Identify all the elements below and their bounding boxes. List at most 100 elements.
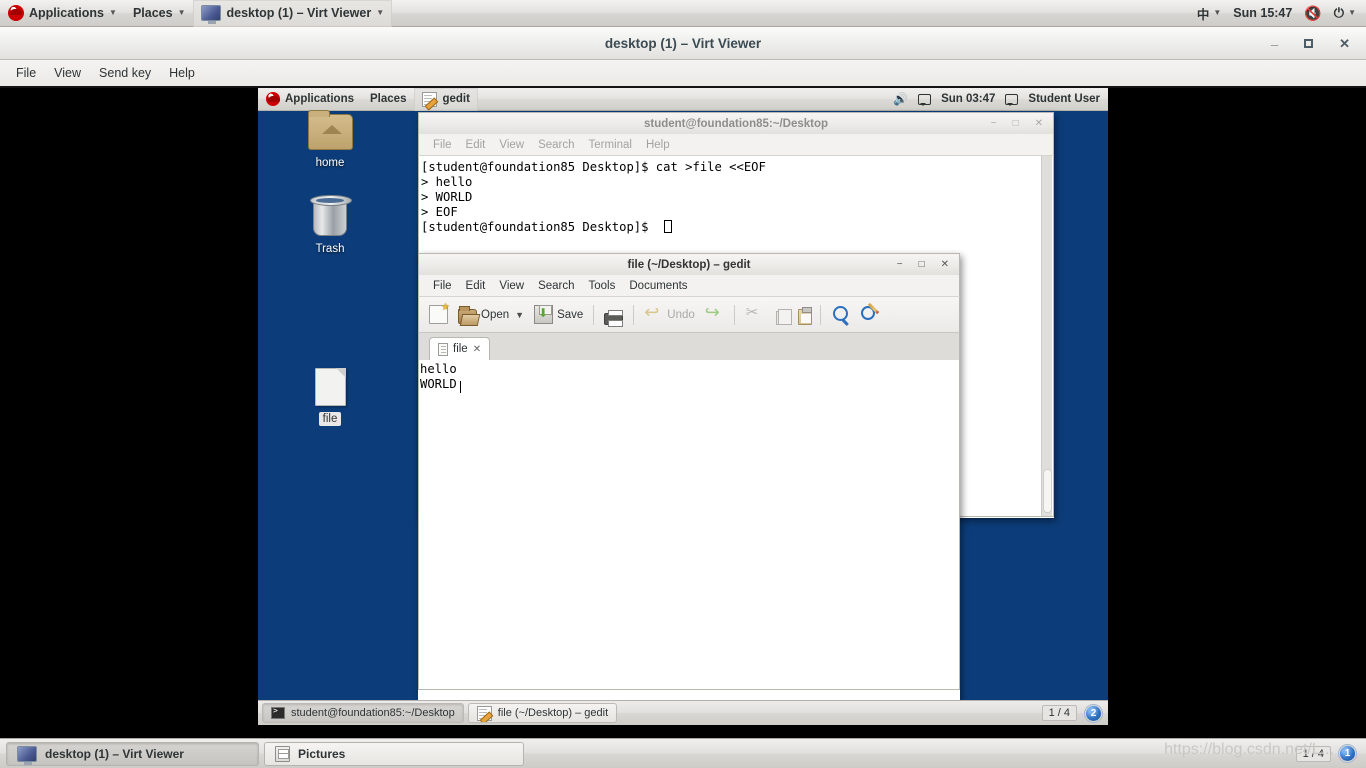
virt-viewer-titlebar[interactable]: desktop (1) – Virt Viewer _ ✕ (0, 27, 1366, 60)
workspace-count-label[interactable]: 1 / 4 (1041, 705, 1077, 721)
gedit-toolbar: Open ▼ Save (418, 297, 960, 333)
display-icon[interactable] (918, 93, 932, 106)
taskbar-item-gedit[interactable]: file (~/Desktop) – gedit (467, 703, 618, 723)
toolbar-separator (593, 304, 595, 325)
volume-icon[interactable]: 🔊 (893, 92, 908, 106)
desktop-icon-home-label: home (315, 157, 345, 169)
desktop-icon-trash[interactable]: Trash (292, 195, 368, 256)
input-method-label: 中 (1196, 7, 1210, 22)
chevron-down-icon[interactable]: ▼ (513, 310, 524, 320)
close-button[interactable]: ✕ (1339, 37, 1350, 50)
host-window-menu-button[interactable]: desktop (1) – Virt Viewer ▼ (193, 0, 393, 27)
host-applications-menu[interactable]: Applications ▼ (0, 0, 125, 27)
chevron-down-icon: ▼ (177, 8, 186, 17)
virt-viewer-canvas[interactable]: Applications Places gedit 🔊 Sun 03:47 St… (0, 88, 1366, 736)
host-applications-label: Applications (29, 6, 105, 20)
gedit-title: file (~/Desktop) – gedit (627, 258, 751, 271)
host-taskbar-item-virt-viewer[interactable]: desktop (1) – Virt Viewer (6, 741, 259, 766)
terminal-menu-view[interactable]: View (493, 137, 530, 153)
gedit-icon (422, 91, 438, 107)
notification-badge[interactable]: 2 (1085, 704, 1102, 722)
guest-applications-label: Applications (285, 93, 355, 105)
terminal-titlebar[interactable]: student@foundation85:~/Desktop − □ ✕ (418, 112, 1054, 134)
paste-button[interactable] (792, 304, 814, 326)
terminal-scrollbar[interactable] (1041, 156, 1052, 516)
taskbar-item-terminal-label: student@foundation85:~/Desktop (291, 707, 455, 719)
close-button[interactable]: ✕ (941, 259, 949, 270)
menu-file[interactable]: File (8, 63, 44, 83)
chevron-down-icon: ▼ (376, 8, 385, 17)
terminal-menu-search[interactable]: Search (532, 137, 580, 153)
maximize-button[interactable]: □ (1013, 118, 1019, 129)
gedit-menu-file[interactable]: File (427, 278, 458, 294)
terminal-cursor (664, 220, 672, 233)
user-icon (1005, 93, 1019, 106)
gedit-tab-file[interactable]: file ✕ (429, 337, 491, 360)
paste-icon (797, 306, 812, 325)
gedit-menu-search[interactable]: Search (532, 278, 580, 294)
menu-view[interactable]: View (46, 63, 89, 83)
open-button[interactable]: Open ▼ (454, 304, 528, 325)
host-taskbar-item-pictures[interactable]: Pictures (264, 741, 524, 766)
monitor-icon (17, 745, 37, 765)
save-button[interactable]: Save (530, 302, 587, 327)
gedit-tab-label: file (453, 343, 468, 355)
close-button[interactable]: ✕ (1035, 118, 1043, 129)
host-places-label: Places (132, 6, 173, 20)
guest-clock-label[interactable]: Sun 03:47 (941, 93, 995, 105)
gedit-window[interactable]: file (~/Desktop) – gedit − □ ✕ File Edit… (418, 253, 960, 701)
print-button[interactable] (600, 306, 627, 327)
undo-button[interactable]: Undo (640, 302, 699, 327)
open-button-label: Open (481, 308, 510, 321)
host-system-menu[interactable]: ⏻ ▼ (1334, 5, 1356, 21)
guest-places-menu[interactable]: Places (362, 88, 414, 111)
desktop-icon-file[interactable]: file (292, 368, 368, 426)
undo-icon (644, 303, 663, 324)
find-button[interactable] (827, 302, 854, 327)
gedit-menu-view[interactable]: View (493, 278, 530, 294)
gedit-menu-tools[interactable]: Tools (583, 278, 622, 294)
menu-send-key[interactable]: Send key (91, 63, 159, 83)
copy-button[interactable] (770, 305, 792, 325)
close-tab-icon[interactable]: ✕ (473, 344, 481, 355)
host-places-menu[interactable]: Places ▼ (125, 0, 194, 27)
terminal-menu-help[interactable]: Help (640, 137, 676, 153)
replace-button[interactable] (856, 302, 883, 327)
maximize-button[interactable]: □ (919, 259, 925, 270)
gedit-menu-documents[interactable]: Documents (623, 278, 693, 294)
gedit-editor-area[interactable]: hello WORLD (418, 360, 960, 690)
gedit-document-text: hello WORLD (420, 362, 457, 391)
host-notification-badge[interactable]: 1 (1339, 745, 1356, 762)
minimize-button[interactable]: _ (1271, 33, 1278, 46)
cut-button[interactable] (741, 302, 768, 327)
guest-top-panel: Applications Places gedit 🔊 Sun 03:47 St… (258, 88, 1108, 111)
host-taskbar: desktop (1) – Virt Viewer Pictures https… (0, 738, 1366, 768)
desktop-icon-home[interactable]: home (292, 110, 368, 170)
virt-viewer-title: desktop (1) – Virt Viewer (604, 35, 762, 51)
toolbar-separator (733, 304, 735, 325)
new-document-button[interactable] (425, 302, 452, 327)
toolbar-separator (633, 304, 635, 325)
guest-desktop: Applications Places gedit 🔊 Sun 03:47 St… (258, 88, 1108, 725)
input-method-indicator[interactable]: 中 ▼ (1197, 4, 1221, 23)
gedit-titlebar[interactable]: file (~/Desktop) – gedit − □ ✕ (418, 253, 960, 275)
minimize-button[interactable]: − (991, 118, 997, 129)
terminal-menu-file[interactable]: File (427, 137, 458, 153)
minimize-button[interactable]: − (897, 259, 903, 270)
terminal-scrollbar-thumb[interactable] (1043, 469, 1052, 513)
guest-applications-menu[interactable]: Applications (258, 88, 362, 111)
guest-window-menu-button[interactable]: gedit (414, 88, 478, 111)
taskbar-item-terminal[interactable]: student@foundation85:~/Desktop (262, 703, 464, 723)
gedit-menu-edit[interactable]: Edit (460, 278, 492, 294)
volume-muted-icon[interactable]: 🔇 (1304, 5, 1321, 22)
maximize-button[interactable] (1304, 38, 1314, 48)
redo-button[interactable] (701, 302, 728, 327)
chevron-down-icon: ▼ (1213, 8, 1222, 17)
host-workspace-count-label[interactable]: 1 / 4 (1295, 745, 1331, 762)
terminal-menu-terminal[interactable]: Terminal (583, 137, 638, 153)
host-clock[interactable]: Sun 15:47 (1233, 6, 1292, 20)
terminal-menu-edit[interactable]: Edit (460, 137, 492, 153)
print-icon (604, 309, 624, 327)
guest-user-label[interactable]: Student User (1028, 93, 1100, 105)
menu-help[interactable]: Help (161, 63, 203, 83)
